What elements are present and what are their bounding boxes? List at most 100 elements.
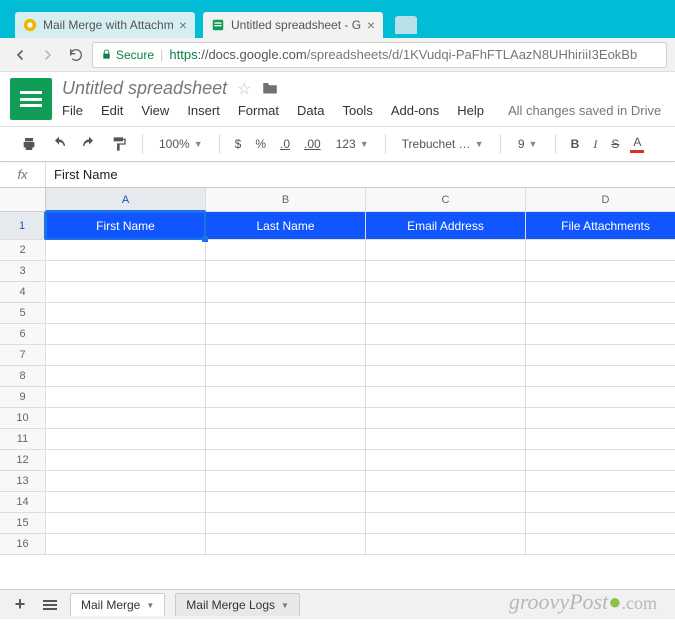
cell[interactable] [46, 282, 206, 303]
reload-button[interactable] [64, 43, 88, 67]
cell[interactable] [46, 513, 206, 534]
row-header[interactable]: 15 [0, 513, 46, 534]
menu-addons[interactable]: Add-ons [391, 103, 439, 118]
row-header[interactable]: 10 [0, 408, 46, 429]
row-header[interactable]: 11 [0, 429, 46, 450]
cell[interactable] [206, 429, 366, 450]
cell[interactable] [206, 366, 366, 387]
row-header[interactable]: 5 [0, 303, 46, 324]
sheet-tab-0[interactable]: Mail Merge ▼ [70, 593, 165, 616]
browser-tab-1[interactable]: Untitled spreadsheet - G × [203, 12, 383, 38]
menu-format[interactable]: Format [238, 103, 279, 118]
cell[interactable] [206, 492, 366, 513]
cell[interactable] [46, 261, 206, 282]
col-header[interactable]: D [526, 188, 675, 212]
font-dropdown[interactable]: Trebuchet …▼ [398, 137, 488, 151]
cell[interactable] [46, 303, 206, 324]
cell[interactable]: Email Address [366, 212, 526, 240]
cell[interactable] [46, 240, 206, 261]
cell[interactable]: Last Name [206, 212, 366, 240]
formula-input[interactable]: First Name [46, 167, 118, 182]
percent-button[interactable]: % [252, 137, 269, 151]
cell[interactable] [526, 471, 675, 492]
menu-insert[interactable]: Insert [187, 103, 220, 118]
sheet-tab-1[interactable]: Mail Merge Logs ▼ [175, 593, 300, 616]
cell[interactable] [366, 366, 526, 387]
cell[interactable] [366, 261, 526, 282]
cell[interactable] [206, 261, 366, 282]
row-header[interactable]: 1 [0, 212, 46, 240]
row-header[interactable]: 6 [0, 324, 46, 345]
currency-button[interactable]: $ [232, 137, 245, 151]
cell[interactable] [366, 492, 526, 513]
row-header[interactable]: 4 [0, 282, 46, 303]
dec-less-button[interactable]: .0 [277, 137, 293, 151]
forward-button[interactable] [36, 43, 60, 67]
cell[interactable] [366, 240, 526, 261]
row-header[interactable]: 13 [0, 471, 46, 492]
cell[interactable] [526, 282, 675, 303]
italic-button[interactable]: I [590, 137, 600, 152]
text-color-button[interactable]: A [630, 135, 644, 153]
col-header[interactable]: B [206, 188, 366, 212]
cell[interactable] [206, 450, 366, 471]
row-header[interactable]: 3 [0, 261, 46, 282]
strike-button[interactable]: S [608, 137, 622, 151]
cell[interactable] [206, 408, 366, 429]
cell[interactable] [526, 450, 675, 471]
cell[interactable] [206, 387, 366, 408]
all-sheets-button[interactable] [40, 595, 60, 615]
chevron-down-icon[interactable]: ▼ [281, 601, 289, 610]
cell[interactable] [526, 429, 675, 450]
browser-tab-0[interactable]: Mail Merge with Attachm × [15, 12, 195, 38]
cell[interactable] [526, 261, 675, 282]
cell[interactable] [46, 408, 206, 429]
cell[interactable] [206, 282, 366, 303]
cell[interactable] [46, 387, 206, 408]
menu-edit[interactable]: Edit [101, 103, 123, 118]
cell[interactable] [46, 450, 206, 471]
cell[interactable] [526, 366, 675, 387]
cell[interactable] [206, 240, 366, 261]
folder-icon[interactable] [261, 80, 279, 98]
cell[interactable] [46, 324, 206, 345]
paint-format-icon[interactable] [108, 133, 130, 155]
cell[interactable] [46, 534, 206, 555]
undo-icon[interactable] [48, 133, 70, 155]
menu-help[interactable]: Help [457, 103, 484, 118]
menu-view[interactable]: View [141, 103, 169, 118]
cell[interactable] [206, 471, 366, 492]
menu-file[interactable]: File [62, 103, 83, 118]
menu-tools[interactable]: Tools [342, 103, 372, 118]
redo-icon[interactable] [78, 133, 100, 155]
sheets-logo[interactable] [10, 78, 52, 120]
cell[interactable] [366, 429, 526, 450]
row-header[interactable]: 8 [0, 366, 46, 387]
chevron-down-icon[interactable]: ▼ [146, 601, 154, 610]
doc-title[interactable]: Untitled spreadsheet [62, 78, 227, 99]
cell[interactable] [366, 303, 526, 324]
col-header[interactable]: C [366, 188, 526, 212]
row-header[interactable]: 7 [0, 345, 46, 366]
bold-button[interactable]: B [568, 137, 583, 151]
cell[interactable]: File Attachments [526, 212, 675, 240]
cell[interactable]: First Name [46, 212, 206, 240]
print-icon[interactable] [18, 133, 40, 155]
cell[interactable] [206, 534, 366, 555]
close-icon[interactable]: × [179, 18, 187, 32]
cell[interactable] [366, 534, 526, 555]
cell[interactable] [526, 534, 675, 555]
cell[interactable] [46, 366, 206, 387]
row-header[interactable]: 14 [0, 492, 46, 513]
star-icon[interactable]: ☆ [237, 79, 251, 99]
cell[interactable] [366, 324, 526, 345]
url-input[interactable]: Secure | https://docs.google.com/spreads… [92, 42, 667, 68]
cell[interactable] [366, 387, 526, 408]
cell[interactable] [526, 492, 675, 513]
row-header[interactable]: 16 [0, 534, 46, 555]
cell[interactable] [526, 345, 675, 366]
zoom-dropdown[interactable]: 100%▼ [155, 137, 207, 151]
cell[interactable] [366, 345, 526, 366]
cell[interactable] [526, 240, 675, 261]
cell[interactable] [526, 303, 675, 324]
